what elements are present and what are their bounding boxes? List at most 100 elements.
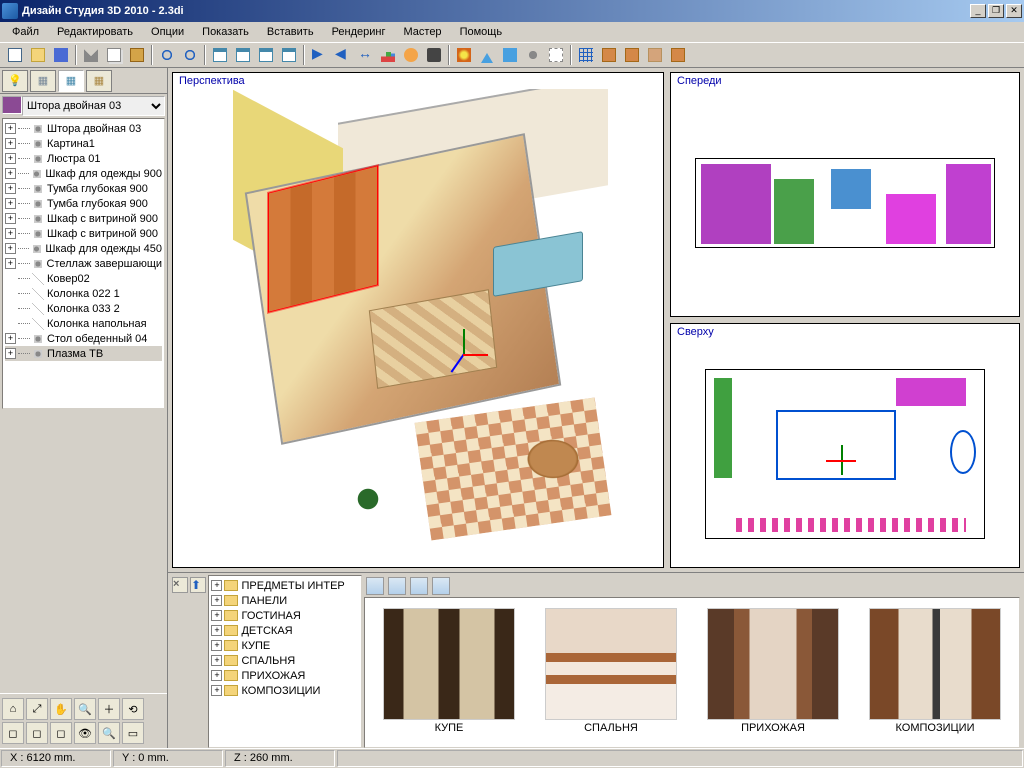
redo-button[interactable] xyxy=(179,44,201,66)
undo-button[interactable] xyxy=(156,44,178,66)
tool-door1[interactable] xyxy=(598,44,620,66)
library-category[interactable]: +КУПЕ xyxy=(211,638,359,653)
menu-edit[interactable]: Редактировать xyxy=(49,24,141,40)
expand-icon[interactable]: + xyxy=(211,655,222,666)
expand-icon[interactable]: + xyxy=(5,153,16,164)
nav-zoomin[interactable]: ＋ xyxy=(98,698,120,720)
expand-icon[interactable]: + xyxy=(5,333,16,344)
expand-icon[interactable]: + xyxy=(5,183,16,194)
library-category[interactable]: +ПАНЕЛИ xyxy=(211,593,359,608)
tree-item[interactable]: Колонка напольная xyxy=(5,316,162,331)
view-top-button[interactable] xyxy=(255,44,277,66)
tool-b[interactable]: ◀ xyxy=(331,44,353,66)
expand-icon[interactable]: + xyxy=(211,670,222,681)
lp-tab-4[interactable]: ▦ xyxy=(86,70,112,92)
library-category[interactable]: +СПАЛЬНЯ xyxy=(211,653,359,668)
menu-show[interactable]: Показать xyxy=(194,24,257,40)
menu-file[interactable]: Файл xyxy=(4,24,47,40)
expand-icon[interactable]: + xyxy=(5,198,16,209)
tool-door3[interactable] xyxy=(644,44,666,66)
library-category[interactable]: +ПРИХОЖАЯ xyxy=(211,668,359,683)
library-category[interactable]: +ДЕТСКАЯ xyxy=(211,623,359,638)
lib-view-2[interactable] xyxy=(388,577,406,595)
lp-tab-3[interactable]: ▦ xyxy=(58,70,84,92)
new-button[interactable] xyxy=(4,44,26,66)
scene-tree[interactable]: +Штора двойная 03+Картина1+Люстра 01+Шка… xyxy=(2,118,165,409)
view-quad-button[interactable] xyxy=(278,44,300,66)
thumb-kupe[interactable]: КУПЕ xyxy=(383,608,515,737)
close-button[interactable]: ✕ xyxy=(1006,4,1022,18)
tree-item[interactable]: +Шкаф с витриной 900 xyxy=(5,226,162,241)
tool-cone[interactable] xyxy=(476,44,498,66)
expand-icon[interactable]: + xyxy=(211,580,222,591)
tool-gear[interactable] xyxy=(522,44,544,66)
nav-orbit[interactable]: ⟲ xyxy=(122,698,144,720)
minimize-button[interactable]: _ xyxy=(970,4,986,18)
nav-eye[interactable]: 👁 xyxy=(74,722,96,744)
expand-icon[interactable]: + xyxy=(5,123,16,134)
nav-pan[interactable]: ✋ xyxy=(50,698,72,720)
lib-view-3[interactable] xyxy=(410,577,428,595)
tree-item[interactable]: +Штора двойная 03 xyxy=(5,121,162,136)
tool-a[interactable]: ▶ xyxy=(308,44,330,66)
tree-item[interactable]: +Стол обеденный 04 xyxy=(5,331,162,346)
tool-dim[interactable]: ↔ xyxy=(354,44,376,66)
tool-grid[interactable] xyxy=(575,44,597,66)
viewport-top[interactable]: Сверху xyxy=(670,323,1020,568)
tree-item[interactable]: Колонка 033 2 xyxy=(5,301,162,316)
tool-camera[interactable] xyxy=(423,44,445,66)
tool-people[interactable] xyxy=(400,44,422,66)
paste-button[interactable] xyxy=(126,44,148,66)
menu-insert[interactable]: Вставить xyxy=(259,24,322,40)
open-button[interactable] xyxy=(27,44,49,66)
tool-render[interactable] xyxy=(453,44,475,66)
tree-item[interactable]: +Тумба глубокая 900 xyxy=(5,181,162,196)
lib-close-button[interactable]: × xyxy=(172,577,188,593)
library-category[interactable]: +ПРЕДМЕТЫ ИНТЕР xyxy=(211,578,359,593)
copy-button[interactable] xyxy=(103,44,125,66)
expand-icon[interactable]: + xyxy=(5,213,16,224)
viewport-perspective[interactable]: Перспектива xyxy=(172,72,664,568)
view-persp-button[interactable] xyxy=(209,44,231,66)
expand-icon[interactable]: + xyxy=(211,685,222,696)
object-selector[interactable]: Штора двойная 03 xyxy=(22,96,165,116)
lib-view-4[interactable] xyxy=(432,577,450,595)
nav-zoomfit[interactable]: ⤢ xyxy=(26,698,48,720)
tree-item[interactable]: +Картина1 xyxy=(5,136,162,151)
nav-zoom2[interactable]: 🔍 xyxy=(98,722,120,744)
tree-item[interactable]: +Стеллаж завершающи xyxy=(5,256,162,271)
expand-icon[interactable]: + xyxy=(211,625,222,636)
tool-door2[interactable] xyxy=(621,44,643,66)
expand-icon[interactable]: + xyxy=(211,610,222,621)
menu-help[interactable]: Помощь xyxy=(452,24,511,40)
expand-icon[interactable]: + xyxy=(5,348,16,359)
material-swatch[interactable] xyxy=(2,96,22,114)
library-tree[interactable]: +ПРЕДМЕТЫ ИНТЕР+ПАНЕЛИ+ГОСТИНАЯ+ДЕТСКАЯ+… xyxy=(208,575,362,748)
maximize-button[interactable]: ❐ xyxy=(988,4,1004,18)
library-category[interactable]: +ГОСТИНАЯ xyxy=(211,608,359,623)
tree-item[interactable]: +Тумба глубокая 900 xyxy=(5,196,162,211)
tree-item[interactable]: Ковер02 xyxy=(5,271,162,286)
tool-extrude[interactable] xyxy=(499,44,521,66)
tree-item[interactable]: +Плазма ТВ xyxy=(5,346,162,361)
menu-rendering[interactable]: Рендеринг xyxy=(324,24,394,40)
expand-icon[interactable]: + xyxy=(211,640,222,651)
menu-options[interactable]: Опции xyxy=(143,24,192,40)
cut-button[interactable] xyxy=(80,44,102,66)
tree-item[interactable]: +Шкаф для одежды 900 xyxy=(5,166,162,181)
nav-b2[interactable]: ◻ xyxy=(26,722,48,744)
nav-b3[interactable]: ◻ xyxy=(50,722,72,744)
lp-tab-light[interactable]: 💡 xyxy=(2,70,28,92)
nav-home[interactable]: ⌂ xyxy=(2,698,24,720)
lp-tab-2[interactable]: ▦ xyxy=(30,70,56,92)
lib-view-1[interactable] xyxy=(366,577,384,595)
tool-chart[interactable] xyxy=(377,44,399,66)
thumb-spalnya[interactable]: СПАЛЬНЯ xyxy=(545,608,677,737)
thumb-kompozicii[interactable]: КОМПОЗИЦИИ xyxy=(869,608,1001,737)
expand-icon[interactable]: + xyxy=(5,168,16,179)
expand-icon[interactable]: + xyxy=(5,258,16,269)
viewport-front[interactable]: Спереди xyxy=(670,72,1020,317)
tool-door4[interactable] xyxy=(667,44,689,66)
tree-item[interactable]: +Шкаф с витриной 900 xyxy=(5,211,162,226)
save-button[interactable] xyxy=(50,44,72,66)
